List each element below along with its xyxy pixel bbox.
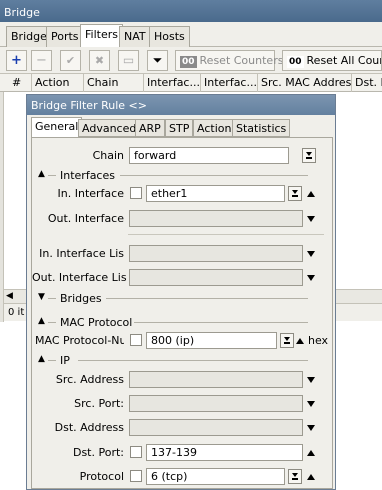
dialog-title: Bridge Filter Rule <>	[27, 95, 335, 115]
toolbar: + − ✔ ✖ ▭ ⏷ 00 Reset Counters 00 Reset All…	[0, 47, 382, 74]
column-in-interface[interactable]: Interfac...	[144, 74, 201, 92]
in-interface-invert-checkbox[interactable]	[130, 187, 142, 199]
reset-counters-label: Reset Counters	[199, 54, 284, 67]
general-panel: Chain forward ▲ Interfaces In. Interface…	[31, 137, 333, 489]
chain-field[interactable]: forward	[129, 147, 289, 164]
dst-port-invert-checkbox[interactable]	[130, 446, 142, 458]
expand-condition-icon[interactable]	[307, 275, 315, 281]
mac-protocol-num-field[interactable]: 800 (ip)	[146, 332, 277, 349]
column-src-mac[interactable]: Src. MAC Addres...	[258, 74, 352, 92]
tab-nat[interactable]: NAT	[119, 26, 151, 47]
expand-condition-icon[interactable]	[307, 251, 315, 257]
protocol-field[interactable]: 6 (tcp)	[146, 468, 285, 485]
tab-filters[interactable]: Filters	[80, 24, 123, 47]
interfaces-section-label: Interfaces	[60, 169, 115, 182]
dst-port-field[interactable]: 137-139	[146, 444, 303, 461]
src-port-field[interactable]	[129, 395, 303, 412]
in-interface-dropdown-icon[interactable]	[288, 186, 302, 201]
protocol-dropdown-icon[interactable]	[288, 469, 302, 484]
expand-condition-icon[interactable]	[307, 401, 315, 407]
enable-button[interactable]: ✔	[60, 50, 81, 71]
counter-icon: 00	[287, 56, 304, 68]
chain-label: Chain	[92, 149, 124, 162]
ip-section-header[interactable]: ▲ IP	[38, 354, 308, 367]
chain-dropdown-icon[interactable]	[302, 148, 316, 163]
remove-button[interactable]: −	[31, 50, 52, 71]
column-action[interactable]: Action	[32, 74, 84, 92]
in-interface-list-label: In. Interface Lis	[39, 247, 124, 260]
remove-condition-icon[interactable]	[307, 191, 315, 197]
tab-advanced[interactable]: Advanced	[78, 119, 141, 137]
tab-bridge[interactable]: Bridge	[6, 26, 52, 47]
in-interface-list-field[interactable]	[129, 245, 303, 262]
mac-protocol-num-label: MAC Protocol-Num	[35, 334, 124, 347]
collapse-icon[interactable]: ▲	[38, 169, 45, 179]
reset-all-counters-button[interactable]: 00Reset All Counters	[282, 50, 382, 71]
ip-section-label: IP	[60, 354, 70, 367]
mac-protocol-invert-checkbox[interactable]	[130, 334, 142, 346]
filter-rule-dialog: Bridge Filter Rule <> General Advanced A…	[26, 94, 336, 490]
tab-general[interactable]: General	[31, 117, 83, 138]
src-address-label: Src. Address	[55, 373, 124, 386]
remove-condition-icon[interactable]	[307, 450, 315, 456]
table-header: # Action Chain Interfac... Interfac... S…	[0, 74, 382, 92]
tab-bar: Bridge Ports Filters NAT Hosts	[0, 22, 382, 47]
window-title: Bridge	[0, 0, 382, 22]
scroll-left-icon[interactable]: ◀	[6, 291, 13, 301]
protocol-label: Protocol	[79, 470, 124, 483]
out-interface-list-label: Out. Interface Lis	[32, 271, 127, 284]
disable-button[interactable]: ✖	[89, 50, 110, 71]
column-chain[interactable]: Chain	[84, 74, 144, 92]
dst-address-field[interactable]	[129, 419, 303, 436]
mac-protocol-section-header[interactable]: ▲ MAC Protocol	[38, 316, 308, 329]
expand-icon[interactable]: ▼	[38, 292, 45, 302]
tab-statistics[interactable]: Statistics	[232, 119, 291, 137]
in-interface-field[interactable]: ether1	[146, 185, 285, 202]
dst-address-label: Dst. Address	[54, 421, 124, 434]
bridges-section-header[interactable]: ▼ Bridges	[38, 292, 308, 305]
bridges-section-label: Bridges	[60, 292, 102, 305]
filter-icon[interactable]: ⏷	[147, 50, 168, 71]
column-out-interface[interactable]: Interfac...	[201, 74, 258, 92]
reset-all-counters-label: Reset All Counters	[306, 54, 381, 67]
expand-condition-icon[interactable]	[307, 216, 315, 222]
tab-hosts[interactable]: Hosts	[149, 26, 190, 47]
add-button[interactable]: +	[6, 50, 27, 71]
column-dst-mac[interactable]: Dst. MA	[352, 74, 382, 92]
comment-button[interactable]: ▭	[118, 50, 139, 71]
mac-protocol-section-label: MAC Protocol	[60, 316, 133, 329]
collapse-icon[interactable]: ▲	[38, 354, 45, 364]
in-interface-label: In. Interface	[57, 187, 124, 200]
hex-suffix: hex	[308, 334, 329, 347]
remove-condition-icon[interactable]	[296, 338, 304, 344]
column-number[interactable]: #	[4, 74, 32, 92]
expand-condition-icon[interactable]	[307, 425, 315, 431]
collapse-icon[interactable]: ▲	[38, 316, 45, 326]
dst-port-label: Dst. Port:	[72, 446, 124, 459]
counter-icon: 00	[180, 56, 197, 68]
out-interface-list-field[interactable]	[129, 269, 303, 286]
tab-arp[interactable]: ARP	[135, 119, 165, 137]
protocol-invert-checkbox[interactable]	[130, 470, 142, 482]
tab-action[interactable]: Action	[193, 119, 236, 137]
interfaces-section-header[interactable]: ▲ Interfaces	[38, 169, 308, 182]
expand-condition-icon[interactable]	[307, 377, 315, 383]
out-interface-label: Out. Interface	[47, 212, 124, 225]
reset-counters-button[interactable]: 00 Reset Counters	[175, 50, 283, 71]
src-address-field[interactable]	[129, 371, 303, 388]
remove-condition-icon[interactable]	[307, 474, 315, 480]
src-port-label: Src. Port:	[74, 397, 124, 410]
tab-ports[interactable]: Ports	[46, 26, 84, 47]
mac-protocol-dropdown-icon[interactable]	[280, 333, 294, 348]
tab-stp[interactable]: STP	[165, 119, 194, 137]
out-interface-field[interactable]	[129, 210, 303, 227]
separator	[128, 234, 324, 235]
